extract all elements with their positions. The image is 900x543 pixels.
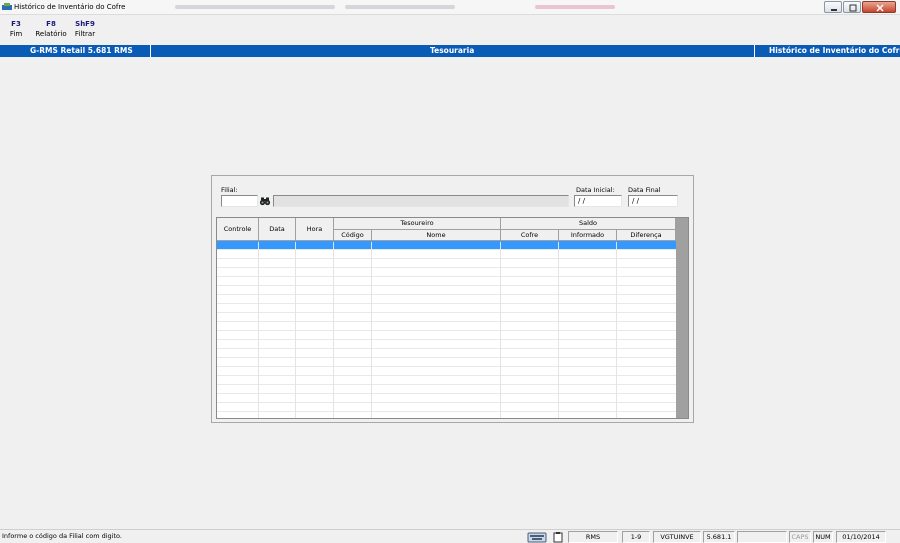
col-separator bbox=[616, 242, 617, 418]
filial-name-display bbox=[273, 195, 569, 207]
col-separator bbox=[258, 242, 259, 418]
row-line bbox=[217, 357, 676, 358]
minimize-button[interactable] bbox=[824, 1, 842, 13]
status-message: Informe o código da Filial com digito. bbox=[2, 532, 122, 540]
search-filial-button[interactable] bbox=[259, 195, 271, 207]
status-caps: CAPS bbox=[789, 531, 811, 543]
inventory-grid[interactable]: Controle Data Hora Tesoureiro Código Nom… bbox=[216, 217, 689, 419]
window-titlebar: Histórico de Inventário do Cofre bbox=[0, 0, 900, 15]
binoculars-icon bbox=[259, 197, 271, 206]
tool-label: Fim bbox=[9, 30, 23, 38]
row-line bbox=[217, 393, 676, 394]
row-line bbox=[217, 384, 676, 385]
status-date: 01/10/2014 bbox=[836, 531, 886, 543]
col-diferenca[interactable]: Diferença bbox=[617, 230, 676, 241]
col-nome[interactable]: Nome bbox=[372, 230, 501, 241]
restore-button[interactable] bbox=[843, 1, 861, 13]
row-line bbox=[217, 321, 676, 322]
grid-vertical-scrollbar[interactable] bbox=[676, 218, 688, 418]
row-line bbox=[217, 402, 676, 403]
row-line bbox=[217, 330, 676, 331]
col-controle[interactable]: Controle bbox=[217, 218, 259, 241]
module-header-bar: G-RMS Retail 5.681 RMS Tesouraria Histór… bbox=[0, 45, 900, 57]
data-final-label: Data Final bbox=[628, 186, 661, 194]
data-final-input[interactable]: / / bbox=[628, 195, 678, 207]
row-line bbox=[217, 348, 676, 349]
col-codigo[interactable]: Código bbox=[334, 230, 372, 241]
status-module: RMS bbox=[568, 531, 618, 543]
status-bar: Informe o código da Filial com digito. R… bbox=[0, 529, 900, 543]
clipboard-icon[interactable] bbox=[552, 531, 564, 543]
tool-relatorio[interactable]: F8 Relatório bbox=[34, 19, 68, 39]
col-informado[interactable]: Informado bbox=[559, 230, 617, 241]
status-version: 5.681.1 bbox=[703, 531, 735, 543]
tool-key: ShF9 bbox=[75, 20, 95, 28]
tool-fim[interactable]: F3 Fim bbox=[6, 19, 26, 39]
col-separator bbox=[371, 242, 372, 418]
tool-key: F3 bbox=[11, 20, 21, 28]
filial-label: Filial: bbox=[221, 186, 238, 194]
tool-label: Relatório bbox=[35, 30, 67, 38]
col-data[interactable]: Data bbox=[259, 218, 296, 241]
row-line bbox=[217, 294, 676, 295]
selected-row[interactable] bbox=[217, 241, 676, 249]
col-separator bbox=[333, 242, 334, 418]
tool-filtrar[interactable]: ShF9 Filtrar bbox=[72, 19, 98, 39]
data-inicial-label: Data Inicial: bbox=[576, 186, 615, 194]
divider bbox=[150, 45, 151, 57]
row-line bbox=[217, 339, 676, 340]
obscured-text bbox=[175, 5, 335, 9]
app-icon bbox=[2, 3, 12, 11]
function-toolbar: F3 Fim F8 Relatório ShF9 Filtrar bbox=[0, 16, 900, 43]
row-line bbox=[217, 267, 676, 268]
filial-input[interactable] bbox=[221, 195, 258, 207]
status-num: NUM bbox=[813, 531, 833, 543]
col-separator bbox=[295, 242, 296, 418]
system-name: G-RMS Retail 5.681 RMS bbox=[30, 46, 133, 55]
restore-icon bbox=[849, 4, 857, 12]
status-blank bbox=[737, 531, 787, 543]
data-inicial-input[interactable]: / / bbox=[574, 195, 622, 207]
window-title: Histórico de Inventário do Cofre bbox=[14, 3, 126, 11]
col-cofre[interactable]: Cofre bbox=[501, 230, 559, 241]
status-range: 1-9 bbox=[622, 531, 650, 543]
screen-name: Histórico de Inventário do Cofre bbox=[769, 46, 900, 55]
col-separator bbox=[500, 242, 501, 418]
close-icon bbox=[876, 4, 884, 12]
row-line bbox=[217, 303, 676, 304]
row-line bbox=[217, 276, 676, 277]
keyboard-icon[interactable] bbox=[527, 531, 547, 543]
row-line bbox=[217, 366, 676, 367]
row-line bbox=[217, 411, 676, 412]
group-saldo: Saldo bbox=[501, 218, 676, 230]
status-program: VGTUINVE bbox=[653, 531, 701, 543]
row-line bbox=[217, 312, 676, 313]
obscured-text bbox=[535, 5, 615, 9]
col-hora[interactable]: Hora bbox=[296, 218, 334, 241]
col-separator bbox=[558, 242, 559, 418]
divider bbox=[754, 45, 755, 57]
tool-key: F8 bbox=[46, 20, 56, 28]
tool-label: Filtrar bbox=[74, 30, 96, 38]
row-line bbox=[217, 258, 676, 259]
close-button[interactable] bbox=[862, 1, 896, 13]
row-line bbox=[217, 249, 676, 250]
minimize-icon bbox=[831, 9, 837, 11]
group-tesoureiro: Tesoureiro bbox=[334, 218, 501, 230]
row-line bbox=[217, 375, 676, 376]
obscured-text bbox=[345, 5, 455, 9]
row-line bbox=[217, 285, 676, 286]
module-name: Tesouraria bbox=[430, 46, 475, 55]
